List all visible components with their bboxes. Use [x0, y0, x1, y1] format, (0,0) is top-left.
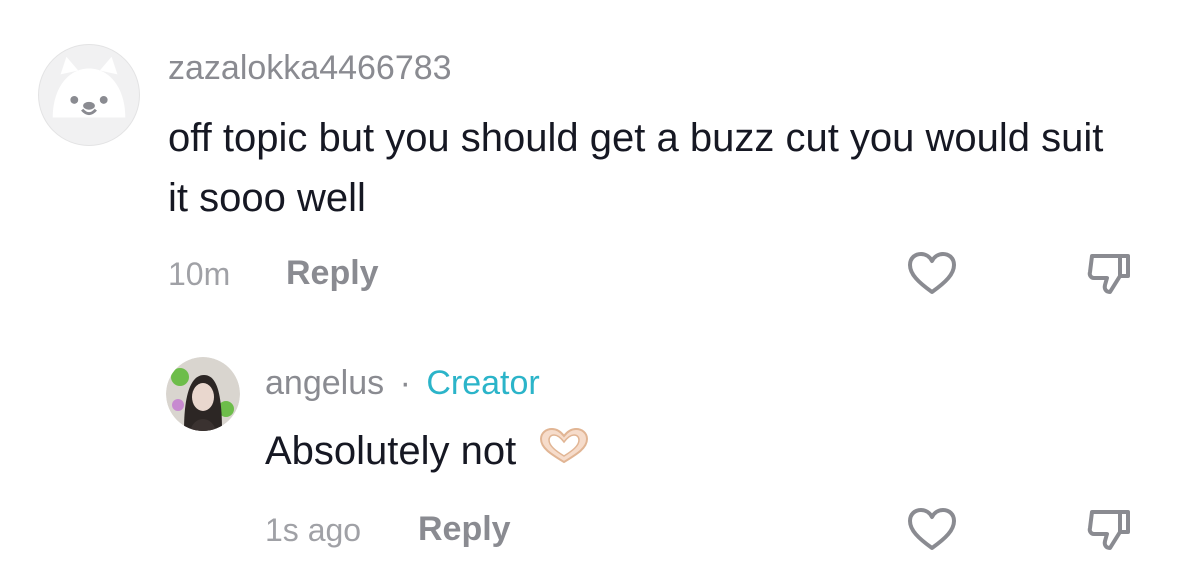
comment-username[interactable]: zazalokka4466783: [168, 48, 452, 88]
reply-button[interactable]: Reply: [418, 509, 511, 549]
comment-text: off topic but you should get a buzz cut …: [168, 116, 1104, 220]
dislike-icon[interactable]: [1080, 502, 1136, 558]
creator-badge: Creator: [426, 364, 540, 402]
reply-text: Absolutely not: [265, 429, 517, 473]
reply-button[interactable]: Reply: [286, 253, 379, 293]
heart-icon[interactable]: [904, 502, 960, 558]
heart-icon[interactable]: [904, 246, 960, 302]
comment-timestamp: 10m: [168, 256, 231, 292]
reply-comment-text: Absolutely not: [265, 425, 591, 477]
creator-username[interactable]: angelus: [265, 364, 384, 402]
separator-dot: ·: [399, 364, 411, 402]
default-avatar-icon[interactable]: [38, 44, 140, 146]
creator-avatar[interactable]: [166, 357, 240, 431]
heart-hands-icon: [537, 426, 591, 466]
reply-timestamp: 1s ago: [265, 512, 362, 548]
dislike-icon[interactable]: [1080, 246, 1136, 302]
creator-user-line: angelus · Creator: [265, 362, 540, 404]
